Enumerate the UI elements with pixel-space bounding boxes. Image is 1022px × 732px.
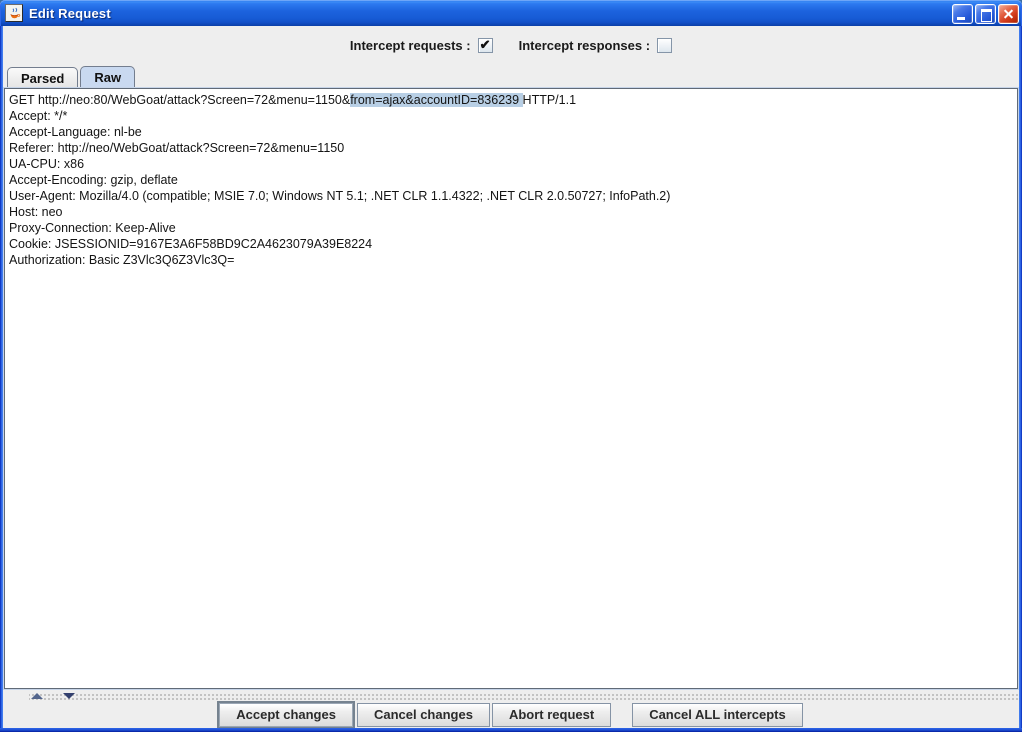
intercept-options-row: Intercept requests : ✔ Intercept respons… [3,26,1019,64]
maximize-icon[interactable] [975,4,996,24]
window-content: Intercept requests : ✔ Intercept respons… [3,26,1019,728]
header-line: Authorization: Basic Z3Vlc3Q6Z3Vlc3Q= [9,252,1013,268]
intercept-responses-label: Intercept responses : [519,38,651,53]
header-line: Referer: http://neo/WebGoat/attack?Scree… [9,140,1013,156]
header-line: Accept: */* [9,108,1013,124]
tab-raw[interactable]: Raw [80,66,135,88]
java-coffee-cup-icon [5,4,23,22]
header-line: Accept-Encoding: gzip, deflate [9,172,1013,188]
intercept-responses-checkbox[interactable] [657,38,672,53]
action-button-bar: Accept changes Cancel changes Abort requ… [3,700,1019,729]
divider-expand-down-icon[interactable] [63,693,75,699]
request-line: GET http://neo:80/WebGoat/attack?Screen=… [9,92,1013,108]
abort-request-button[interactable]: Abort request [492,703,611,727]
header-line: Proxy-Connection: Keep-Alive [9,220,1013,236]
header-line: Accept-Language: nl-be [9,124,1013,140]
split-pane-divider[interactable] [3,692,1019,700]
close-icon[interactable] [998,4,1019,24]
divider-expand-up-icon[interactable] [31,693,43,699]
minimize-icon[interactable] [952,4,973,24]
header-line: Host: neo [9,204,1013,220]
window-frame-bottom [0,728,1022,732]
request-line-pre: GET http://neo:80/WebGoat/attack?Screen=… [9,93,350,107]
raw-request-editor[interactable]: GET http://neo:80/WebGoat/attack?Screen=… [4,88,1018,689]
accept-changes-button[interactable]: Accept changes [219,703,353,727]
titlebar: Edit Request [0,0,1022,26]
header-line: UA-CPU: x86 [9,156,1013,172]
header-line: Cookie: JSESSIONID=9167E3A6F58BD9C2A4623… [9,236,1013,252]
default-button-ring: Accept changes [217,701,355,729]
request-line-selection: from=ajax&accountID=836239 [350,93,522,107]
request-view-tabs: Parsed Raw [7,66,137,88]
tab-parsed[interactable]: Parsed [7,67,78,88]
header-line: User-Agent: Mozilla/4.0 (compatible; MSI… [9,188,1013,204]
cancel-all-intercepts-button[interactable]: Cancel ALL intercepts [632,703,803,727]
intercept-requests-checkbox[interactable]: ✔ [478,38,493,53]
intercept-requests-label: Intercept requests : [350,38,471,53]
request-line-post: HTTP/1.1 [523,93,577,107]
window-title: Edit Request [29,6,111,21]
checkmark-icon: ✔ [480,38,491,51]
cancel-changes-button[interactable]: Cancel changes [357,703,490,727]
window-frame-left [0,26,3,732]
edit-request-window: Edit Request Intercept requests : ✔ Inte… [0,0,1022,732]
